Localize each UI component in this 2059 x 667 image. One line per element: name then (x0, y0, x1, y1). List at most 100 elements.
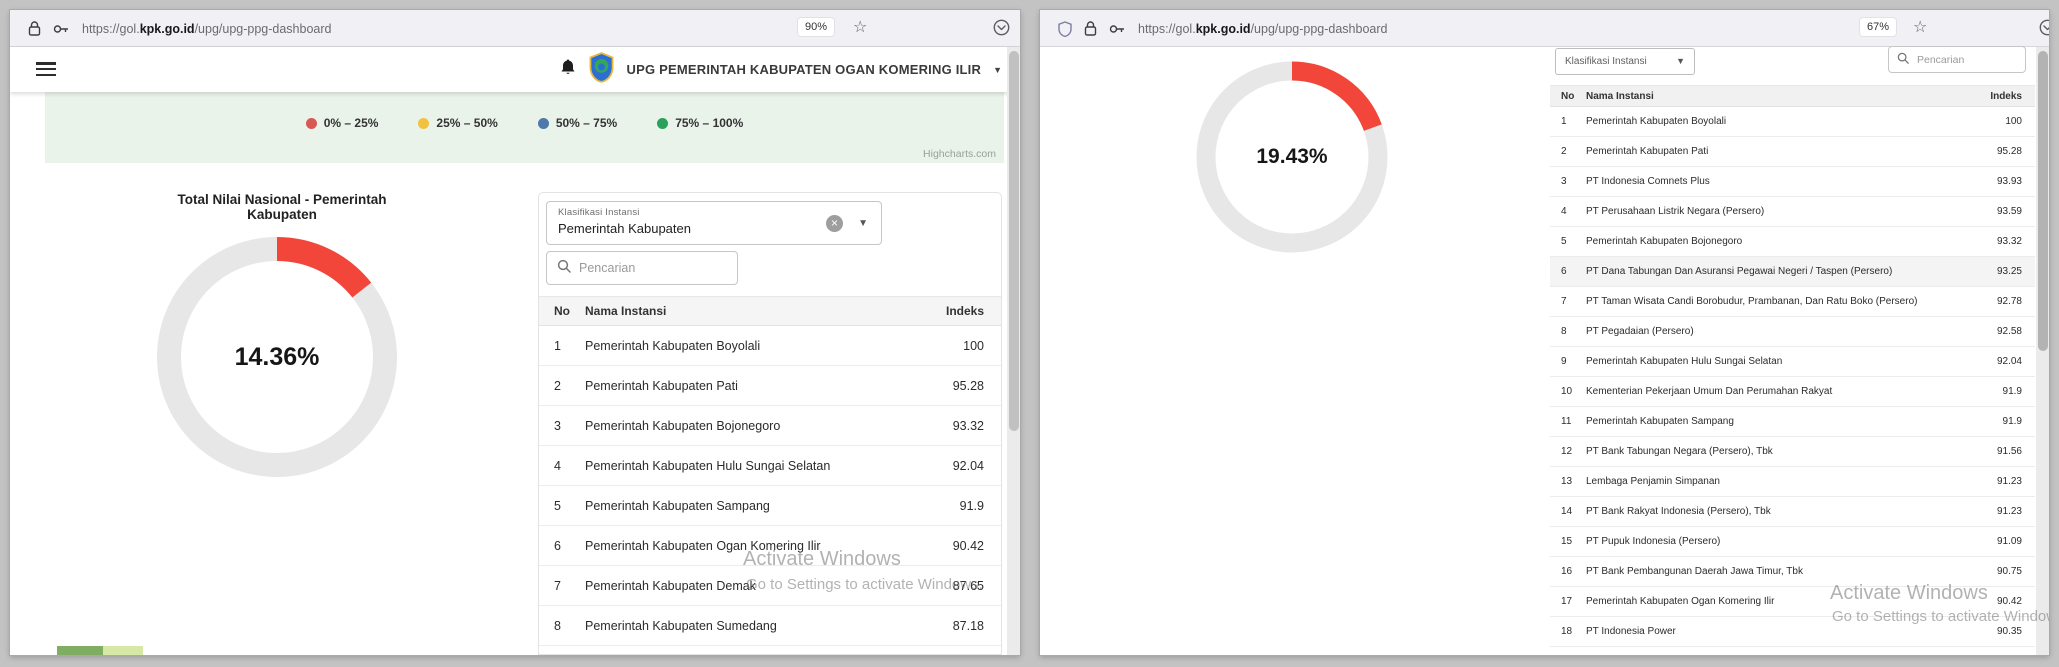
url-path: /upg/upg-ppg-dashboard (1251, 22, 1388, 36)
select-chevron-down-icon[interactable]: ▼ (858, 218, 868, 229)
search-icon (1897, 51, 1909, 69)
table-row[interactable]: 15PT Pupuk Indonesia (Persero)91.09 (1550, 527, 2035, 557)
table-row[interactable]: 1Pemerintah Kabupaten Boyolali100 (539, 326, 1001, 366)
desktop: https://gol.kpk.go.id/upg/upg-ppg-dashbo… (0, 0, 2059, 667)
table-row[interactable]: 14PT Bank Rakyat Indonesia (Persero), Tb… (1550, 497, 2035, 527)
highcharts-credit[interactable]: Highcharts.com (923, 148, 996, 160)
vertical-scrollbar[interactable] (2036, 47, 2049, 655)
pocket-icon[interactable] (993, 19, 1010, 41)
legend-label: 50% – 75% (556, 116, 617, 130)
vertical-scrollbar[interactable] (1007, 47, 1020, 655)
search-field[interactable] (1888, 46, 2026, 73)
table-row[interactable]: 7PT Taman Wisata Candi Borobudur, Pramba… (1550, 287, 2035, 317)
search-field[interactable] (546, 251, 738, 285)
legend-label: 25% – 50% (436, 116, 497, 130)
lock-icon[interactable] (28, 21, 41, 36)
zoom-level-badge[interactable]: 90% (798, 18, 834, 36)
table-row[interactable]: 1Pemerintah Kabupaten Boyolali100 (1550, 107, 2035, 137)
table-row[interactable]: 2Pemerintah Kabupaten Pati95.28 (539, 366, 1001, 406)
table-row[interactable]: 9Pemerintah Kabupaten Hulu Sungai Selata… (1550, 347, 2035, 377)
search-input[interactable] (579, 261, 727, 275)
legend-item[interactable]: 75% – 100% (657, 116, 743, 130)
table-row[interactable]: 11Pemerintah Kabupaten Sampang91.9 (1550, 407, 2035, 437)
row-indeks: 92.78 (1975, 296, 2035, 307)
row-indeks: 87.18 (931, 619, 1001, 633)
row-no: 6 (1550, 266, 1586, 277)
table-row[interactable]: 4PT Perusahaan Listrik Negara (Persero)9… (1550, 197, 2035, 227)
table-row[interactable]: 5Pemerintah Kabupaten Sampang91.9 (539, 486, 1001, 526)
url-domain: kpk.go.id (140, 22, 195, 36)
row-no: 9 (1550, 356, 1586, 367)
pocket-icon[interactable] (2039, 19, 2049, 41)
search-icon (557, 259, 571, 278)
url-domain: kpk.go.id (1196, 22, 1251, 36)
row-no: 11 (1550, 416, 1586, 427)
row-indeks: 91.23 (1975, 506, 2035, 517)
table-row[interactable]: 2Pemerintah Kabupaten Pati95.28 (1550, 137, 2035, 167)
table-row[interactable]: 17Pemerintah Kabupaten Ogan Komering Ili… (1550, 587, 2035, 617)
table-row[interactable]: 6PT Dana Tabungan Dan Asuransi Pegawai N… (1550, 257, 2035, 287)
browser-toolbar: https://gol.kpk.go.id/upg/upg-ppg-dashbo… (10, 10, 1020, 47)
url-bar[interactable]: https://gol.kpk.go.id/upg/upg-ppg-dashbo… (82, 22, 331, 36)
row-nama-instansi: Pemerintah Kabupaten Pati (585, 379, 931, 393)
donut-chart-title: Total Nilai Nasional - Pemerintah Kabupa… (147, 192, 417, 222)
row-no: 8 (1550, 326, 1586, 337)
legend-item[interactable]: 25% – 50% (418, 116, 497, 130)
scrollbar-thumb[interactable] (1009, 51, 1019, 431)
row-indeks: 93.32 (1975, 236, 2035, 247)
instansi-logo[interactable] (588, 52, 615, 88)
klasifikasi-instansi-select[interactable]: Klasifikasi Instansi ▼ (1555, 48, 1695, 75)
row-no: 18 (1550, 626, 1586, 637)
table-row[interactable]: 10Kementerian Pekerjaan Umum Dan Perumah… (1550, 377, 2035, 407)
bookmark-star-icon[interactable]: ☆ (1913, 17, 1927, 37)
row-indeks: 90.42 (1975, 596, 2035, 607)
table-row[interactable]: 6Pemerintah Kabupaten Ogan Komering Ilir… (539, 526, 1001, 566)
select-chevron-down-icon[interactable]: ▼ (1676, 56, 1685, 66)
chart-legend-band: 0% – 25% 25% – 50% 50% – 75% 75% – 100% Hig… (45, 92, 1004, 163)
table-row[interactable]: 4Pemerintah Kabupaten Hulu Sungai Selata… (539, 446, 1001, 486)
ranking-card: Klasifikasi Instansi Pemerintah Kabupate… (538, 192, 1002, 655)
row-nama-instansi: Pemerintah Kabupaten Hulu Sungai Selatan (1586, 356, 1975, 367)
legend-item[interactable]: 50% – 75% (538, 116, 617, 130)
row-no: 2 (539, 379, 585, 393)
table-row[interactable]: 3Pemerintah Kabupaten Bojonegoro93.32 (539, 406, 1001, 446)
key-icon[interactable] (53, 23, 70, 35)
menu-hamburger-button[interactable] (36, 62, 56, 77)
row-nama-instansi: PT Dana Tabungan Dan Asuransi Pegawai Ne… (1586, 266, 1975, 277)
header-chevron-down-icon[interactable]: ▼ (993, 65, 1002, 75)
table-row[interactable]: 18PT Indonesia Power90.35 (1550, 617, 2035, 647)
table-row[interactable]: 3PT Indonesia Comnets Plus93.93 (1550, 167, 2035, 197)
legend-item[interactable]: 0% – 25% (306, 116, 379, 130)
url-bar[interactable]: https://gol.kpk.go.id/upg/upg-ppg-dashbo… (1138, 22, 1387, 36)
lock-icon[interactable] (1084, 21, 1097, 36)
app-header: UPG PEMERINTAH KABUPATEN OGAN KOMERING I… (10, 47, 1020, 92)
row-nama-instansi: PT Perusahaan Listrik Negara (Persero) (1586, 206, 1975, 217)
row-nama-instansi: PT Indonesia Power (1586, 626, 1975, 637)
klasifikasi-instansi-select[interactable]: Klasifikasi Instansi Pemerintah Kabupate… (546, 201, 882, 245)
bookmark-star-icon[interactable]: ☆ (853, 17, 867, 37)
select-label: Klasifikasi Instansi (558, 207, 640, 218)
table-row[interactable]: 8PT Pegadaian (Persero)92.58 (1550, 317, 2035, 347)
table-row[interactable]: 12PT Bank Tabungan Negara (Persero), Tbk… (1550, 437, 2035, 467)
legend-dot-icon (538, 118, 549, 129)
table-row[interactable]: 16PT Bank Pembangunan Daerah Jawa Timur,… (1550, 557, 2035, 587)
row-nama-instansi: PT Pegadaian (Persero) (1586, 326, 1975, 337)
row-indeks: 93.93 (1975, 176, 2035, 187)
row-nama-instansi: PT Bank Pembangunan Daerah Jawa Timur, T… (1586, 566, 1975, 577)
table-row[interactable]: 7Pemerintah Kabupaten Demak87.65 (539, 566, 1001, 606)
key-icon[interactable] (1109, 23, 1126, 35)
search-input[interactable] (1917, 54, 2017, 66)
clear-filter-icon[interactable]: × (826, 215, 843, 232)
row-indeks: 91.9 (1975, 416, 2035, 427)
url-prefix: https://gol. (82, 22, 140, 36)
row-no: 16 (1550, 566, 1586, 577)
shield-icon[interactable] (1058, 21, 1072, 37)
table-row[interactable]: 13Lembaga Penjamin Simpanan91.23 (1550, 467, 2035, 497)
table-row[interactable]: 8Pemerintah Kabupaten Sumedang87.18 (539, 606, 1001, 646)
zoom-level-badge[interactable]: 67% (1860, 18, 1896, 36)
row-no: 1 (1550, 116, 1586, 127)
table-row[interactable]: 5Pemerintah Kabupaten Bojonegoro93.32 (1550, 227, 2035, 257)
scrollbar-thumb[interactable] (2038, 51, 2048, 351)
row-no: 4 (1550, 206, 1586, 217)
notification-bell-icon[interactable] (560, 58, 576, 81)
